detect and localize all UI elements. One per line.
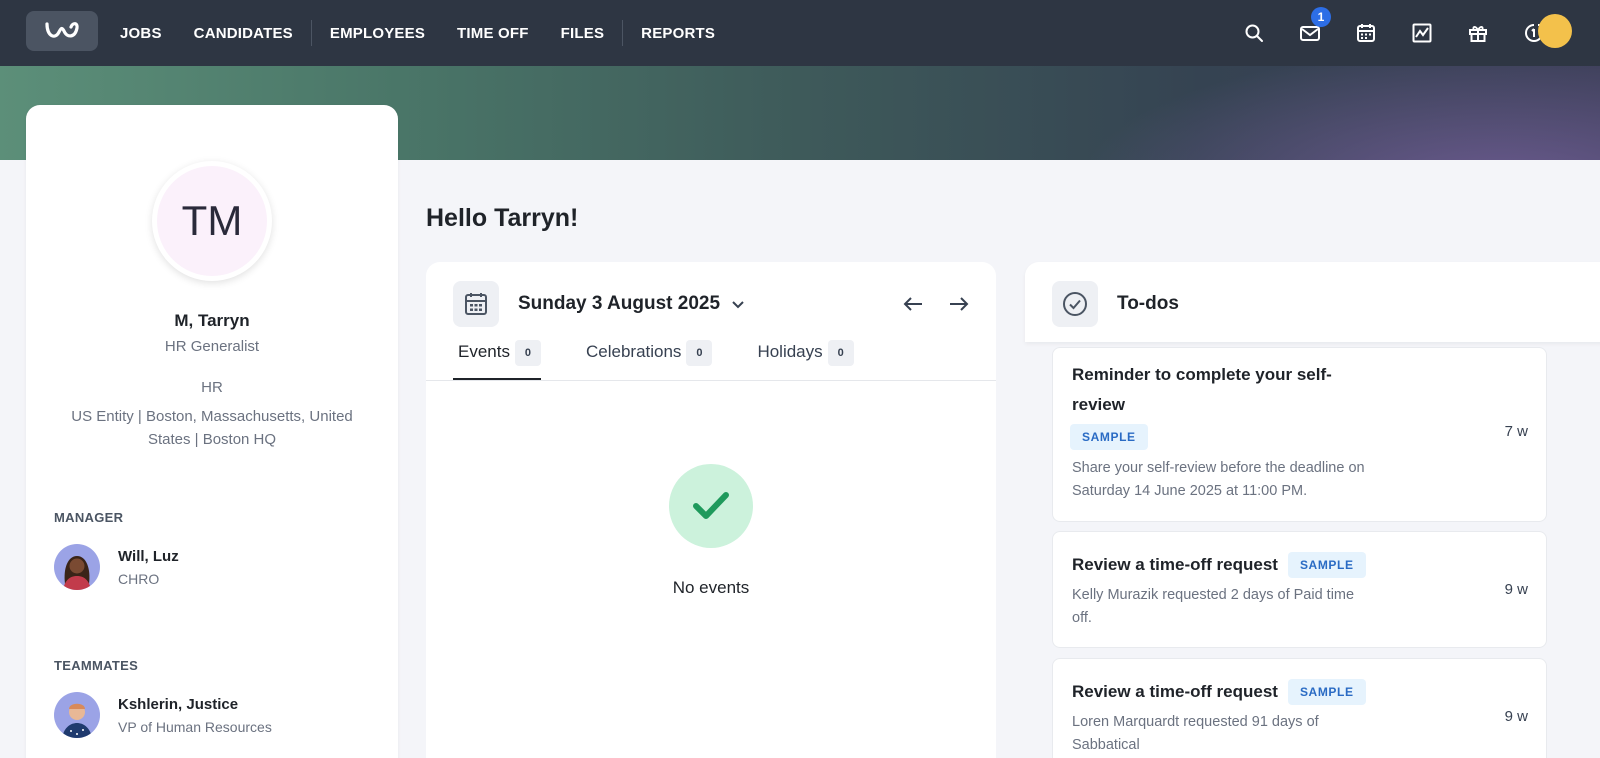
- greeting-heading: Hello Tarryn!: [426, 204, 579, 232]
- calendar-icon: [453, 281, 499, 327]
- notification-badge: 1: [1311, 7, 1331, 27]
- profile-card: TM M, Tarryn HR Generalist HR US Entity …: [26, 105, 398, 758]
- todo-title: Review a time-off request: [1072, 555, 1278, 574]
- manager-role: CHRO: [118, 570, 160, 587]
- todo-age: 9 w: [1504, 581, 1528, 598]
- tab-label: Holidays: [757, 342, 823, 361]
- empty-state-text: No events: [672, 578, 750, 597]
- todo-title-line: Reminder to complete your self-: [1072, 365, 1332, 384]
- tab-count: 0: [827, 340, 854, 366]
- todo-title: Reminder to complete your self- review: [1072, 360, 1332, 420]
- nav-employees[interactable]: EMPLOYEES: [314, 0, 441, 66]
- sample-badge: SAMPLE: [1070, 424, 1148, 450]
- teammate-name: Kshlerin, Justice: [118, 695, 239, 713]
- todo-description: Share your self-review before the deadli…: [1072, 460, 1365, 499]
- profile-location: US Entity | Boston, Massachusetts, Unite…: [71, 408, 353, 448]
- main-nav: JOBS CANDIDATES EMPLOYEES TIME OFF FILES…: [104, 0, 731, 66]
- search-icon[interactable]: [1226, 0, 1282, 66]
- nav-time-off[interactable]: TIME OFF: [441, 0, 545, 66]
- todo-item[interactable]: Reminder to complete your self- review S…: [1052, 347, 1547, 522]
- todo-title-line: review: [1072, 395, 1125, 414]
- tab-label: Events: [458, 342, 510, 361]
- tab-label: Celebrations: [585, 342, 682, 361]
- profile-job-title: HR Generalist: [164, 338, 260, 355]
- calendar-icon[interactable]: [1338, 0, 1394, 66]
- logo-icon[interactable]: [26, 11, 98, 51]
- checkmark-icon: [669, 464, 753, 548]
- todos-title: To-dos: [1117, 293, 1179, 314]
- arrow-left-icon: [903, 297, 922, 311]
- profile-name: M, Tarryn: [174, 311, 250, 330]
- events-card: Sunday 3 August 2025 Events 0 Celebratio…: [426, 262, 996, 758]
- nav-icons: 1: [1226, 0, 1572, 66]
- manager-label: MANAGER: [54, 510, 124, 525]
- nav-candidates[interactable]: CANDIDATES: [178, 0, 309, 66]
- nav-files[interactable]: FILES: [545, 0, 621, 66]
- user-avatar-icon[interactable]: [1538, 14, 1572, 48]
- events-tabs: Events 0 Celebrations 0 Holidays 0: [453, 340, 894, 380]
- check-circle-icon: [1052, 281, 1098, 327]
- todo-item[interactable]: Review a time-off request SAMPLE Kelly M…: [1052, 531, 1547, 648]
- tab-celebrations[interactable]: Celebrations 0: [581, 340, 713, 380]
- tab-holidays[interactable]: Holidays 0: [752, 340, 854, 380]
- todo-description: Loren Marquardt requested 91 days of Sab…: [1072, 714, 1319, 753]
- arrow-right-icon: [950, 297, 969, 311]
- teammate-avatar: [54, 692, 100, 738]
- mail-icon[interactable]: 1: [1282, 0, 1338, 66]
- manager-name: Will, Luz: [118, 547, 179, 565]
- teammate-entry[interactable]: Kshlerin, Justice VP of Human Resources: [54, 692, 272, 738]
- todo-title-row: Review a time-off request SAMPLE: [1072, 550, 1366, 580]
- teammates-label: TEAMMATES: [54, 658, 139, 673]
- todo-age: 7 w: [1504, 423, 1528, 440]
- todo-title-row: Review a time-off request SAMPLE: [1072, 677, 1366, 707]
- tab-count: 0: [514, 340, 541, 366]
- todos-header: To-dos: [1025, 262, 1600, 342]
- chart-icon[interactable]: [1394, 0, 1450, 66]
- next-day-button[interactable]: [946, 292, 972, 316]
- sample-badge: SAMPLE: [1287, 552, 1366, 578]
- nav-divider: [622, 20, 624, 46]
- teammate-role: VP of Human Resources: [118, 718, 272, 735]
- todo-item[interactable]: Review a time-off request SAMPLE Loren M…: [1052, 658, 1547, 758]
- top-navigation: JOBS CANDIDATES EMPLOYEES TIME OFF FILES…: [0, 0, 1600, 66]
- tabs-divider: [426, 380, 996, 381]
- todo-title: Review a time-off request: [1072, 682, 1278, 701]
- profile-department: HR: [201, 379, 223, 396]
- profile-avatar[interactable]: TM: [152, 161, 272, 281]
- manager-avatar: [54, 544, 100, 590]
- tab-count: 0: [686, 340, 713, 366]
- nav-divider: [310, 20, 312, 46]
- date-picker[interactable]: Sunday 3 August 2025: [518, 293, 744, 315]
- current-date: Sunday 3 August 2025: [518, 293, 721, 314]
- todo-age: 9 w: [1504, 708, 1528, 725]
- manager-entry[interactable]: Will, Luz CHRO: [54, 544, 179, 590]
- chevron-down-icon: [732, 293, 744, 315]
- gift-icon[interactable]: [1450, 0, 1506, 66]
- sample-badge: SAMPLE: [1287, 679, 1366, 705]
- todo-description: Kelly Murazik requested 2 days of Paid t…: [1072, 587, 1355, 626]
- nav-reports[interactable]: REPORTS: [625, 0, 731, 66]
- nav-jobs[interactable]: JOBS: [104, 0, 178, 66]
- tab-events[interactable]: Events 0: [453, 340, 541, 380]
- previous-day-button[interactable]: [900, 292, 926, 316]
